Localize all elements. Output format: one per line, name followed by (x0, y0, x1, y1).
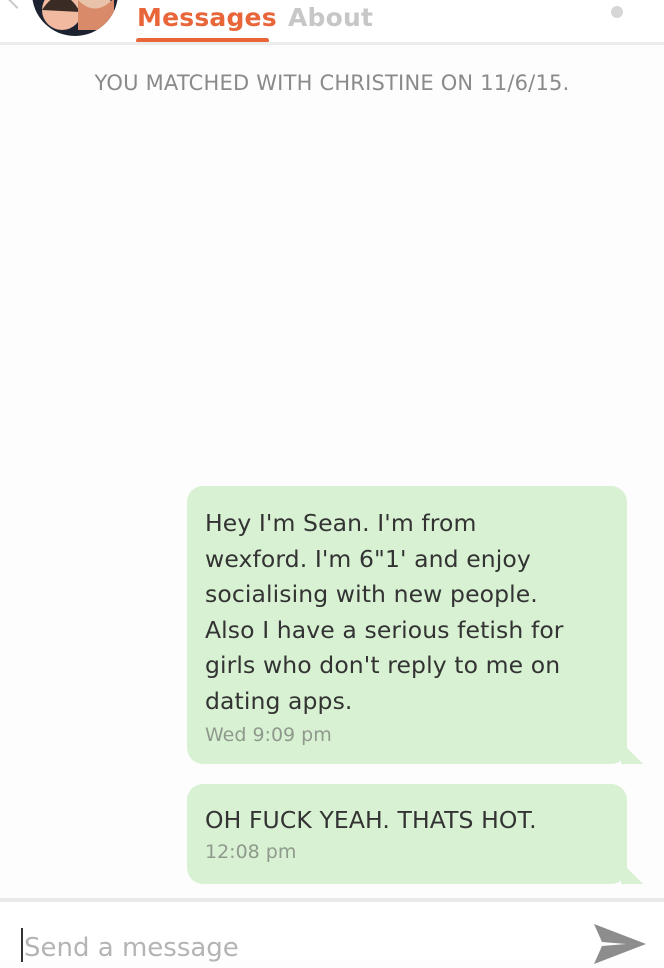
send-button[interactable] (590, 920, 650, 964)
tab-about[interactable]: About (288, 2, 373, 34)
message-text: Hey I'm Sean. I'm from wexford. I'm 6"1'… (205, 509, 564, 715)
message-timestamp: 12:08 pm (205, 841, 297, 863)
avatar[interactable] (32, 0, 118, 36)
message-timestamp: Wed 9:09 pm (205, 724, 332, 746)
chevron-left-icon[interactable] (7, 0, 27, 9)
header-divider (0, 42, 664, 45)
composer (0, 902, 664, 968)
text-cursor (21, 928, 23, 962)
message-text: OH FUCK YEAH. THATS HOT. (205, 806, 537, 834)
message-bubble[interactable]: OH FUCK YEAH. THATS HOT. 12:08 pm (187, 784, 643, 884)
send-arrow-icon (594, 924, 646, 964)
header: Messages About (0, 0, 664, 43)
match-notice: YOU MATCHED WITH CHRISTINE ON 11/6/15. (94, 71, 570, 95)
dot-icon[interactable] (611, 6, 623, 18)
message-input[interactable] (24, 928, 564, 968)
message-bubble[interactable]: Hey I'm Sean. I'm from wexford. I'm 6"1'… (187, 486, 643, 764)
tab-messages[interactable]: Messages (137, 2, 277, 34)
